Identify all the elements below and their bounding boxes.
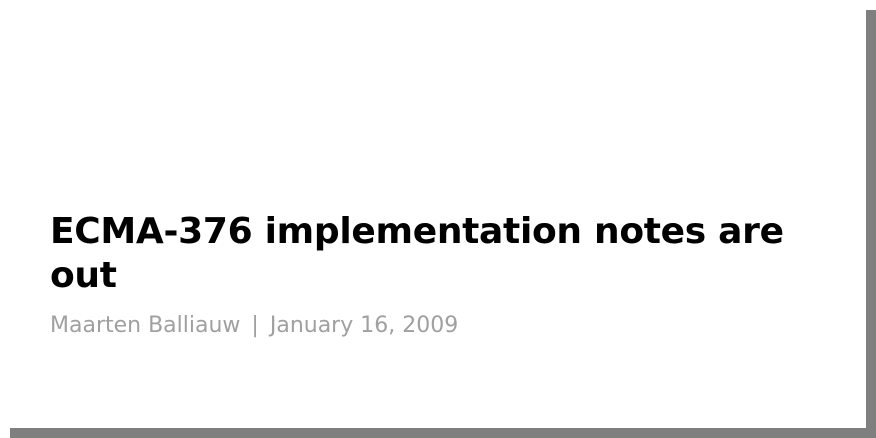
post-title[interactable]: ECMA-376 implementation notes are out [50,210,830,298]
post-meta: Maarten Balliauw | January 16, 2009 [50,312,830,340]
post-card: ECMA-376 implementation notes are out Ma… [0,0,866,428]
meta-separator: | [251,313,259,338]
post-author[interactable]: Maarten Balliauw [50,313,240,338]
post-header: ECMA-376 implementation notes are out Ma… [50,210,830,340]
post-date: January 16, 2009 [269,313,459,338]
page-frame: ECMA-376 implementation notes are out Ma… [0,0,876,438]
